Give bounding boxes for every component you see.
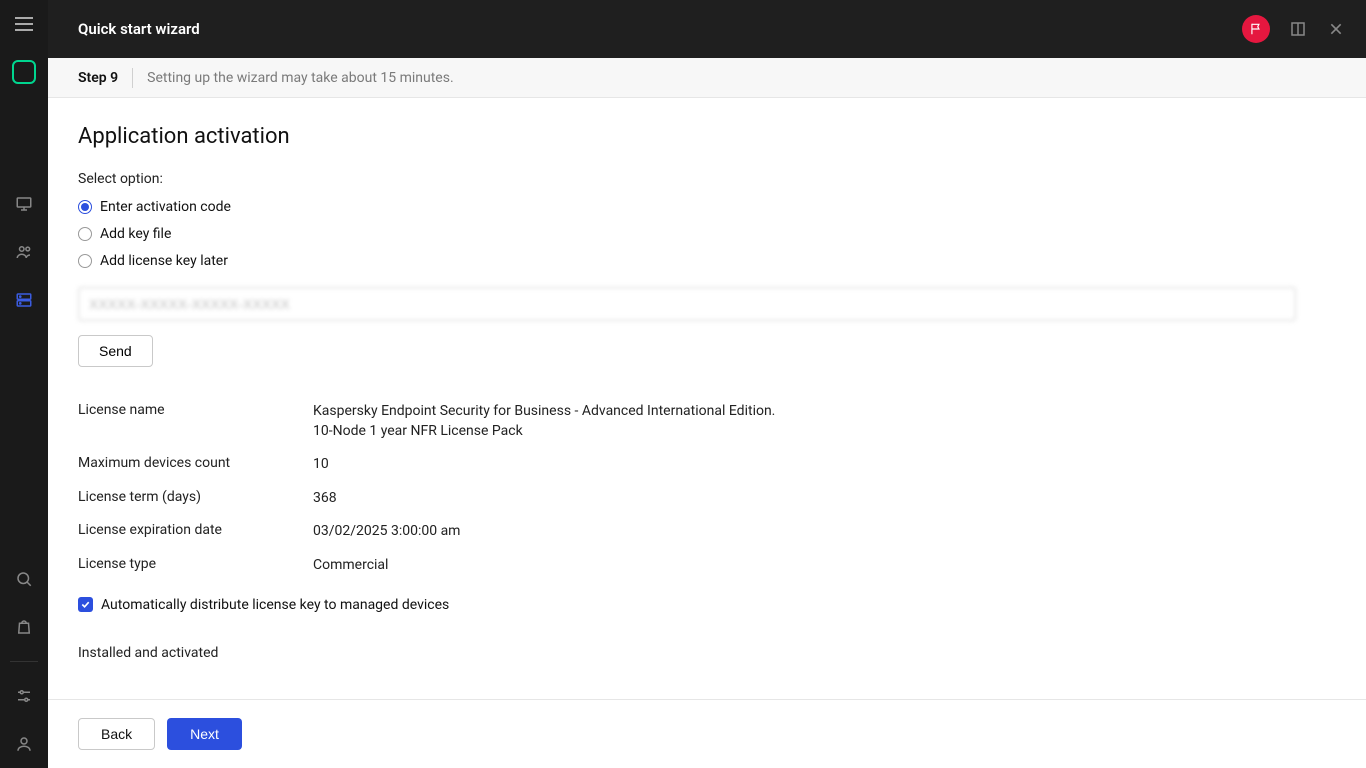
radio-enter-activation-code[interactable]: Enter activation code xyxy=(78,199,1336,215)
license-name-line2: 10-Node 1 year NFR License Pack xyxy=(313,422,775,442)
step-hint: Setting up the wizard may take about 15 … xyxy=(147,70,454,86)
license-type-value: Commercial xyxy=(313,556,388,576)
license-term-label: License term (days) xyxy=(78,489,313,509)
radio-icon xyxy=(78,200,92,214)
settings-sliders-icon[interactable] xyxy=(12,684,36,708)
max-devices-label: Maximum devices count xyxy=(78,455,313,475)
next-button[interactable]: Next xyxy=(167,718,242,750)
license-expiry-label: License expiration date xyxy=(78,522,313,542)
checkbox-icon xyxy=(78,597,93,612)
back-button[interactable]: Back xyxy=(78,718,155,750)
license-name-value: Kaspersky Endpoint Security for Business… xyxy=(313,402,775,441)
users-icon[interactable] xyxy=(12,240,36,264)
menu-icon[interactable] xyxy=(12,12,36,36)
license-name-label: License name xyxy=(78,402,313,441)
send-button[interactable]: Send xyxy=(78,335,153,367)
activation-option-group: Enter activation code Add key file Add l… xyxy=(78,199,1336,269)
wizard-content: Application activation Select option: En… xyxy=(48,98,1366,699)
bag-icon[interactable] xyxy=(12,615,36,639)
page-title: Application activation xyxy=(78,124,1336,149)
license-type-label: License type xyxy=(78,556,313,576)
max-devices-value: 10 xyxy=(313,455,329,475)
auto-distribute-label: Automatically distribute license key to … xyxy=(101,597,449,613)
step-bar: Step 9 Setting up the wizard may take ab… xyxy=(48,58,1366,98)
auto-distribute-checkbox[interactable]: Automatically distribute license key to … xyxy=(78,597,1336,613)
close-icon[interactable] xyxy=(1326,19,1346,39)
wizard-footer: Back Next xyxy=(48,699,1366,768)
wizard-header: Quick start wizard xyxy=(48,0,1366,58)
radio-add-key-file[interactable]: Add key file xyxy=(78,226,1336,242)
monitor-icon[interactable] xyxy=(12,192,36,216)
left-rail xyxy=(0,0,48,768)
search-icon[interactable] xyxy=(12,567,36,591)
activation-status: Installed and activated xyxy=(78,645,1336,661)
radio-label: Add key file xyxy=(100,226,171,242)
radio-label: Add license key later xyxy=(100,253,228,269)
flag-button[interactable] xyxy=(1242,15,1270,43)
wizard-panel: Quick start wizard Step 9 Setting up the… xyxy=(48,0,1366,768)
brand-logo xyxy=(12,60,36,84)
select-option-label: Select option: xyxy=(78,171,1336,187)
activation-code-input[interactable] xyxy=(78,287,1296,321)
license-info-table: License name Kaspersky Endpoint Security… xyxy=(78,395,1336,583)
bookmark-icon[interactable] xyxy=(1288,19,1308,39)
license-term-value: 368 xyxy=(313,489,337,509)
license-expiry-value: 03/02/2025 3:00:00 am xyxy=(313,522,460,542)
step-number: Step 9 xyxy=(78,70,118,86)
radio-label: Enter activation code xyxy=(100,199,231,215)
profile-icon[interactable] xyxy=(12,732,36,756)
radio-icon xyxy=(78,254,92,268)
wizard-title: Quick start wizard xyxy=(78,20,1242,38)
radio-add-license-later[interactable]: Add license key later xyxy=(78,253,1336,269)
server-icon[interactable] xyxy=(12,288,36,312)
license-name-line1: Kaspersky Endpoint Security for Business… xyxy=(313,402,775,422)
step-separator xyxy=(132,68,133,88)
rail-divider xyxy=(10,661,38,662)
radio-icon xyxy=(78,227,92,241)
